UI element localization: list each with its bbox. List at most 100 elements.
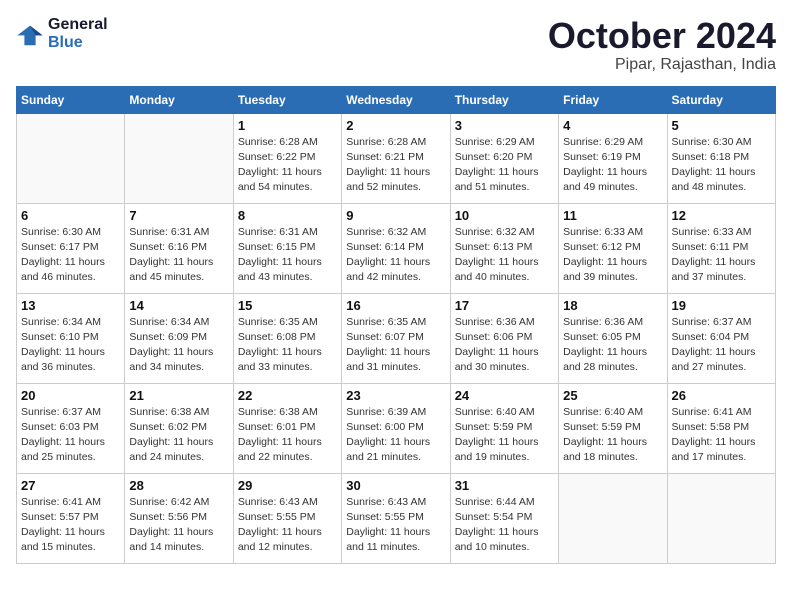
calendar-cell: 9 Sunrise: 6:32 AM Sunset: 6:14 PM Daylig… (342, 203, 450, 293)
weekday-header-tuesday: Tuesday (233, 86, 341, 113)
day-number: 23 (346, 388, 445, 403)
calendar-cell: 18 Sunrise: 6:36 AM Sunset: 6:05 PM Dayli… (559, 293, 667, 383)
calendar-cell: 4Sunrise: 6:29 AM Sunset: 6:19 PM Daylig… (559, 113, 667, 203)
day-detail: Sunrise: 6:32 AM Sunset: 6:13 PM Dayligh… (455, 225, 554, 286)
calendar-cell: 3 Sunrise: 6:29 AM Sunset: 6:20 PM Daylig… (450, 113, 558, 203)
calendar-cell (17, 113, 125, 203)
day-detail: Sunrise: 6:37 AM Sunset: 6:03 PM Dayligh… (21, 405, 120, 466)
calendar-cell: 23 Sunrise: 6:39 AM Sunset: 6:00 PM Dayli… (342, 383, 450, 473)
calendar-cell: 25 Sunrise: 6:40 AM Sunset: 5:59 PM Dayli… (559, 383, 667, 473)
day-detail: Sunrise: 6:29 AM Sunset: 6:20 PM Dayligh… (455, 135, 554, 196)
day-number: 1 (238, 118, 337, 133)
day-detail: Sunrise: 6:40 AM Sunset: 5:59 PM Dayligh… (563, 405, 662, 466)
day-number: 2 (346, 118, 445, 133)
day-detail: Sunrise: 6:33 AM Sunset: 6:12 PM Dayligh… (563, 225, 662, 286)
calendar-cell: 11Sunrise: 6:33 AM Sunset: 6:12 PM Dayli… (559, 203, 667, 293)
day-detail: Sunrise: 6:31 AM Sunset: 6:16 PM Dayligh… (129, 225, 228, 286)
calendar-cell (559, 473, 667, 563)
calendar-cell: 10 Sunrise: 6:32 AM Sunset: 6:13 PM Dayli… (450, 203, 558, 293)
day-detail: Sunrise: 6:34 AM Sunset: 6:09 PM Dayligh… (129, 315, 228, 376)
day-detail: Sunrise: 6:39 AM Sunset: 6:00 PM Dayligh… (346, 405, 445, 466)
day-number: 6 (21, 208, 120, 223)
day-detail: Sunrise: 6:30 AM Sunset: 6:17 PM Dayligh… (21, 225, 120, 286)
day-detail: Sunrise: 6:35 AM Sunset: 6:07 PM Dayligh… (346, 315, 445, 376)
day-detail: Sunrise: 6:41 AM Sunset: 5:58 PM Dayligh… (672, 405, 771, 466)
day-detail: Sunrise: 6:36 AM Sunset: 6:05 PM Dayligh… (563, 315, 662, 376)
day-number: 3 (455, 118, 554, 133)
calendar-cell: 6 Sunrise: 6:30 AM Sunset: 6:17 PM Daylig… (17, 203, 125, 293)
title-block: October 2024 Pipar, Rajasthan, India (548, 16, 776, 74)
day-detail: Sunrise: 6:37 AM Sunset: 6:04 PM Dayligh… (672, 315, 771, 376)
weekday-header-thursday: Thursday (450, 86, 558, 113)
calendar-cell: 5 Sunrise: 6:30 AM Sunset: 6:18 PM Daylig… (667, 113, 775, 203)
calendar-table: SundayMondayTuesdayWednesdayThursdayFrid… (16, 86, 776, 564)
day-detail: Sunrise: 6:36 AM Sunset: 6:06 PM Dayligh… (455, 315, 554, 376)
day-number: 25 (563, 388, 662, 403)
day-detail: Sunrise: 6:40 AM Sunset: 5:59 PM Dayligh… (455, 405, 554, 466)
calendar-week-5: 27 Sunrise: 6:41 AM Sunset: 5:57 PM Dayli… (17, 473, 776, 563)
day-number: 31 (455, 478, 554, 493)
day-number: 24 (455, 388, 554, 403)
day-number: 5 (672, 118, 771, 133)
calendar-cell: 31Sunrise: 6:44 AM Sunset: 5:54 PM Dayli… (450, 473, 558, 563)
day-number: 13 (21, 298, 120, 313)
day-number: 18 (563, 298, 662, 313)
day-number: 12 (672, 208, 771, 223)
day-detail: Sunrise: 6:43 AM Sunset: 5:55 PM Dayligh… (346, 495, 445, 556)
calendar-cell: 28 Sunrise: 6:42 AM Sunset: 5:56 PM Dayli… (125, 473, 233, 563)
day-number: 21 (129, 388, 228, 403)
calendar-cell: 26Sunrise: 6:41 AM Sunset: 5:58 PM Dayli… (667, 383, 775, 473)
calendar-cell: 22Sunrise: 6:38 AM Sunset: 6:01 PM Dayli… (233, 383, 341, 473)
logo-icon (16, 20, 44, 48)
calendar-cell (125, 113, 233, 203)
day-detail: Sunrise: 6:28 AM Sunset: 6:22 PM Dayligh… (238, 135, 337, 196)
page-header: General Blue October 2024 Pipar, Rajasth… (16, 16, 776, 74)
calendar-week-2: 6 Sunrise: 6:30 AM Sunset: 6:17 PM Daylig… (17, 203, 776, 293)
day-number: 30 (346, 478, 445, 493)
day-detail: Sunrise: 6:29 AM Sunset: 6:19 PM Dayligh… (563, 135, 662, 196)
calendar-cell: 12 Sunrise: 6:33 AM Sunset: 6:11 PM Dayli… (667, 203, 775, 293)
day-number: 14 (129, 298, 228, 313)
calendar-cell: 27 Sunrise: 6:41 AM Sunset: 5:57 PM Dayli… (17, 473, 125, 563)
calendar-week-3: 13 Sunrise: 6:34 AM Sunset: 6:10 PM Dayli… (17, 293, 776, 383)
day-detail: Sunrise: 6:30 AM Sunset: 6:18 PM Dayligh… (672, 135, 771, 196)
day-detail: Sunrise: 6:42 AM Sunset: 5:56 PM Dayligh… (129, 495, 228, 556)
weekday-header-monday: Monday (125, 86, 233, 113)
day-number: 27 (21, 478, 120, 493)
day-detail: Sunrise: 6:38 AM Sunset: 6:02 PM Dayligh… (129, 405, 228, 466)
day-detail: Sunrise: 6:32 AM Sunset: 6:14 PM Dayligh… (346, 225, 445, 286)
day-number: 20 (21, 388, 120, 403)
month-title: October 2024 (548, 16, 776, 56)
day-number: 10 (455, 208, 554, 223)
calendar-cell: 7 Sunrise: 6:31 AM Sunset: 6:16 PM Daylig… (125, 203, 233, 293)
day-number: 9 (346, 208, 445, 223)
day-detail: Sunrise: 6:41 AM Sunset: 5:57 PM Dayligh… (21, 495, 120, 556)
day-detail: Sunrise: 6:34 AM Sunset: 6:10 PM Dayligh… (21, 315, 120, 376)
calendar-cell (667, 473, 775, 563)
calendar-cell: 2 Sunrise: 6:28 AM Sunset: 6:21 PM Daylig… (342, 113, 450, 203)
day-number: 15 (238, 298, 337, 313)
day-detail: Sunrise: 6:43 AM Sunset: 5:55 PM Dayligh… (238, 495, 337, 556)
day-number: 28 (129, 478, 228, 493)
day-number: 19 (672, 298, 771, 313)
calendar-cell: 15Sunrise: 6:35 AM Sunset: 6:08 PM Dayli… (233, 293, 341, 383)
weekday-header-friday: Friday (559, 86, 667, 113)
calendar-cell: 16 Sunrise: 6:35 AM Sunset: 6:07 PM Dayli… (342, 293, 450, 383)
logo: General Blue (16, 16, 108, 52)
calendar-cell: 29 Sunrise: 6:43 AM Sunset: 5:55 PM Dayli… (233, 473, 341, 563)
weekday-header-sunday: Sunday (17, 86, 125, 113)
day-number: 29 (238, 478, 337, 493)
day-number: 17 (455, 298, 554, 313)
calendar-cell: 17 Sunrise: 6:36 AM Sunset: 6:06 PM Dayli… (450, 293, 558, 383)
day-number: 7 (129, 208, 228, 223)
calendar-cell: 1 Sunrise: 6:28 AM Sunset: 6:22 PM Daylig… (233, 113, 341, 203)
calendar-cell: 30 Sunrise: 6:43 AM Sunset: 5:55 PM Dayli… (342, 473, 450, 563)
calendar-cell: 14 Sunrise: 6:34 AM Sunset: 6:09 PM Dayli… (125, 293, 233, 383)
calendar-cell: 24 Sunrise: 6:40 AM Sunset: 5:59 PM Dayli… (450, 383, 558, 473)
day-detail: Sunrise: 6:31 AM Sunset: 6:15 PM Dayligh… (238, 225, 337, 286)
day-detail: Sunrise: 6:33 AM Sunset: 6:11 PM Dayligh… (672, 225, 771, 286)
day-number: 16 (346, 298, 445, 313)
calendar-week-1: 1 Sunrise: 6:28 AM Sunset: 6:22 PM Daylig… (17, 113, 776, 203)
day-detail: Sunrise: 6:28 AM Sunset: 6:21 PM Dayligh… (346, 135, 445, 196)
calendar-week-4: 20 Sunrise: 6:37 AM Sunset: 6:03 PM Dayli… (17, 383, 776, 473)
